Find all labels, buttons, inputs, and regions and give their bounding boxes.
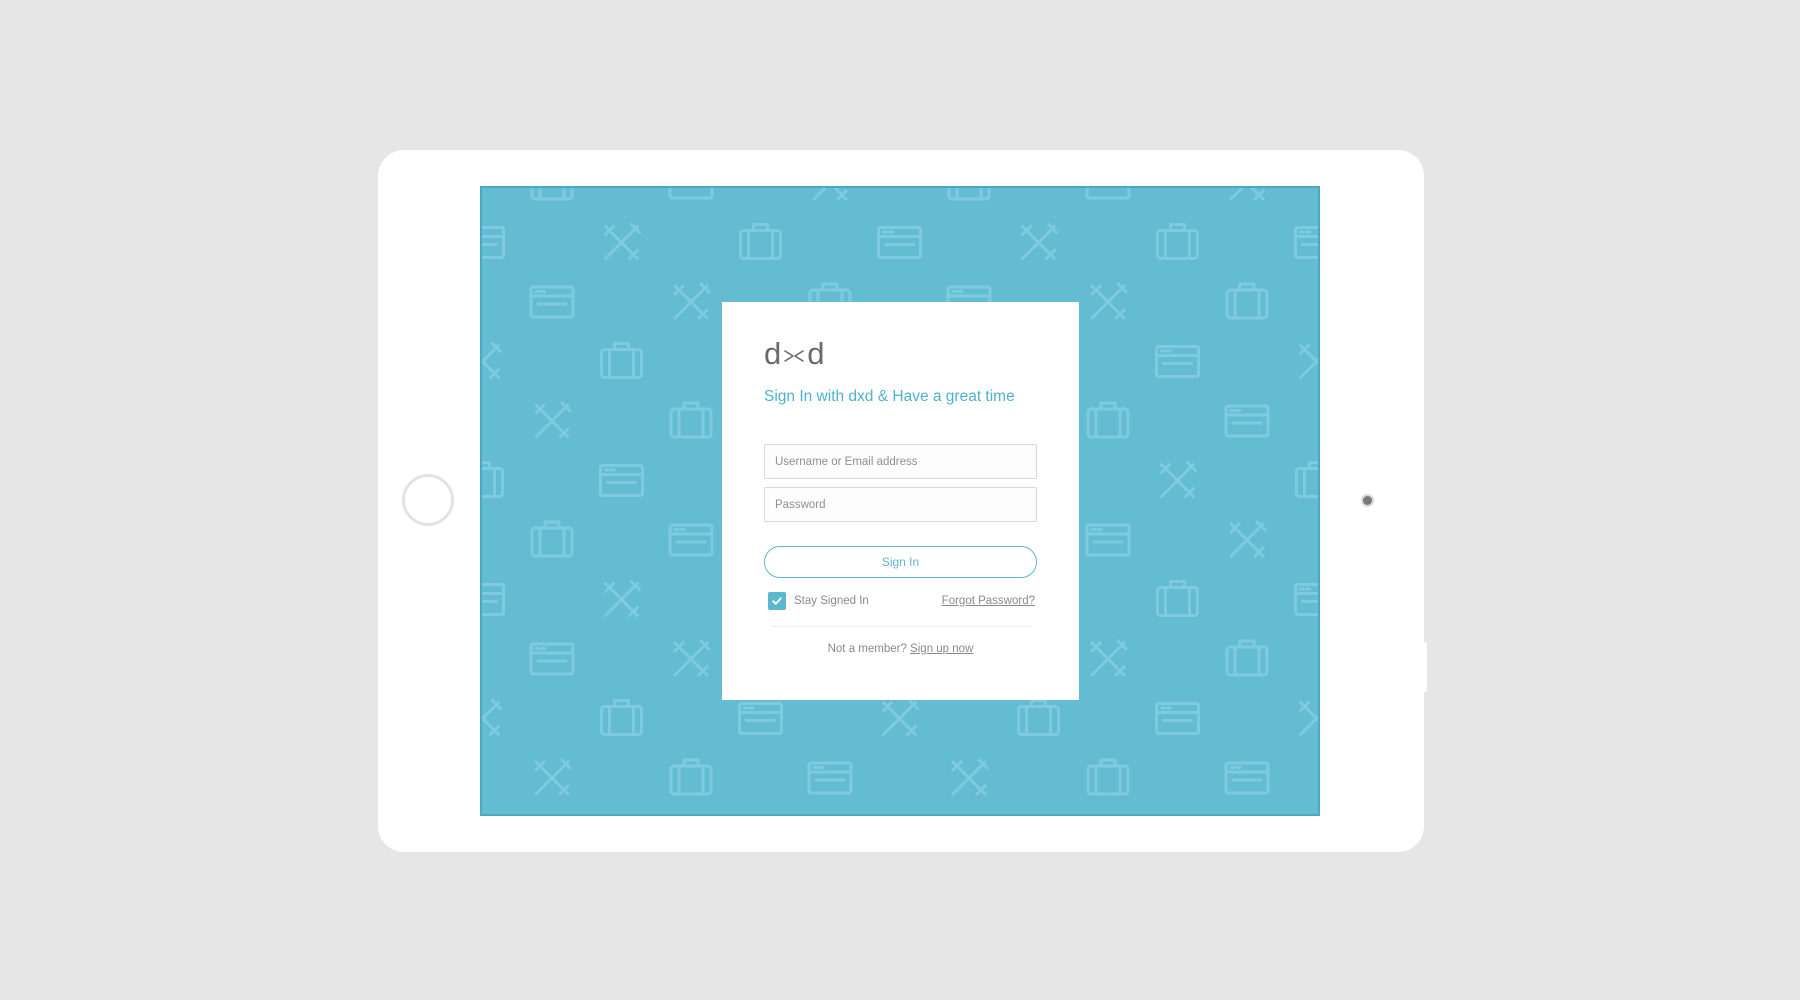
- briefcase-icon: [1156, 223, 1199, 260]
- tools-icon: [1299, 344, 1318, 379]
- tools-icon: [1160, 461, 1197, 498]
- browser-window-icon: [529, 285, 575, 319]
- stay-signed-in-checkbox[interactable]: [768, 592, 786, 610]
- password-input[interactable]: [764, 487, 1037, 522]
- briefcase-icon: [1156, 580, 1199, 617]
- browser-window-icon: [1224, 761, 1270, 795]
- page: d d Sign In with dxd & Have a great time…: [0, 0, 1800, 1000]
- sign-up-link[interactable]: Sign up now: [910, 643, 973, 655]
- tools-icon: [673, 282, 711, 320]
- tools-icon: [1090, 282, 1128, 320]
- briefcase-icon: [947, 188, 991, 201]
- username-input[interactable]: [764, 444, 1037, 479]
- briefcase-icon: [530, 188, 574, 201]
- browser-window-icon: [599, 464, 644, 497]
- logo-cross-icon: [784, 349, 805, 362]
- briefcase-icon: [600, 699, 643, 736]
- tools-icon: [604, 580, 641, 617]
- tools-icon: [1021, 223, 1058, 260]
- browser-window-icon: [1085, 523, 1131, 557]
- browser-window-icon: [668, 523, 714, 557]
- briefcase-icon: [482, 461, 504, 498]
- signin-headline: Sign In with dxd & Have a great time: [764, 388, 1015, 405]
- briefcase-icon: [530, 520, 574, 558]
- tools-icon: [673, 639, 711, 677]
- briefcase-icon: [1017, 699, 1060, 736]
- briefcase-icon: [669, 401, 713, 439]
- divider: [772, 626, 1030, 627]
- browser-window-icon: [529, 642, 575, 676]
- browser-window-icon: [1294, 226, 1318, 259]
- briefcase-icon: [739, 223, 782, 260]
- tools-icon: [482, 699, 502, 736]
- stay-signed-in[interactable]: Stay Signed In: [768, 592, 869, 610]
- browser-window-icon: [1085, 188, 1131, 200]
- briefcase-icon: [1225, 639, 1269, 677]
- browser-window-icon: [668, 188, 714, 200]
- dxd-logo: d d: [764, 336, 825, 371]
- home-button[interactable]: [402, 474, 454, 526]
- tools-icon: [534, 401, 572, 439]
- tools-icon: [1090, 639, 1128, 677]
- briefcase-icon: [669, 758, 713, 796]
- tools-icon: [482, 342, 502, 379]
- briefcase-icon: [1086, 758, 1130, 796]
- browser-window-icon: [482, 226, 505, 259]
- not-member-text: Not a member?: [827, 643, 907, 655]
- browser-window-icon: [877, 226, 922, 259]
- briefcase-icon: [600, 342, 643, 379]
- login-card: d d Sign In with dxd & Have a great time…: [722, 302, 1079, 700]
- tools-icon: [534, 758, 572, 796]
- forgot-password-link[interactable]: Forgot Password?: [942, 595, 1035, 607]
- checkmark-icon: [772, 597, 782, 605]
- tools-icon: [1229, 188, 1265, 201]
- tablet-side-button: [1424, 642, 1427, 692]
- stay-signed-in-label: Stay Signed In: [794, 595, 869, 607]
- briefcase-icon: [1225, 282, 1269, 320]
- browser-window-icon: [1294, 583, 1318, 616]
- browser-window-icon: [1224, 404, 1270, 438]
- tools-icon: [1299, 701, 1318, 736]
- tools-icon: [951, 758, 989, 796]
- browser-window-icon: [1155, 345, 1200, 378]
- browser-window-icon: [1155, 702, 1200, 735]
- sign-in-button[interactable]: Sign In: [764, 546, 1037, 578]
- briefcase-icon: [1086, 401, 1130, 439]
- browser-window-icon: [482, 583, 505, 616]
- tools-icon: [1229, 520, 1267, 558]
- camera-icon: [1363, 496, 1372, 505]
- signup-prompt: Not a member? Sign up now: [722, 643, 1079, 655]
- tools-icon: [812, 188, 848, 201]
- briefcase-icon: [1295, 461, 1318, 498]
- browser-window-icon: [807, 761, 853, 795]
- tools-icon: [604, 223, 641, 260]
- tools-icon: [882, 699, 919, 736]
- browser-window-icon: [738, 702, 783, 735]
